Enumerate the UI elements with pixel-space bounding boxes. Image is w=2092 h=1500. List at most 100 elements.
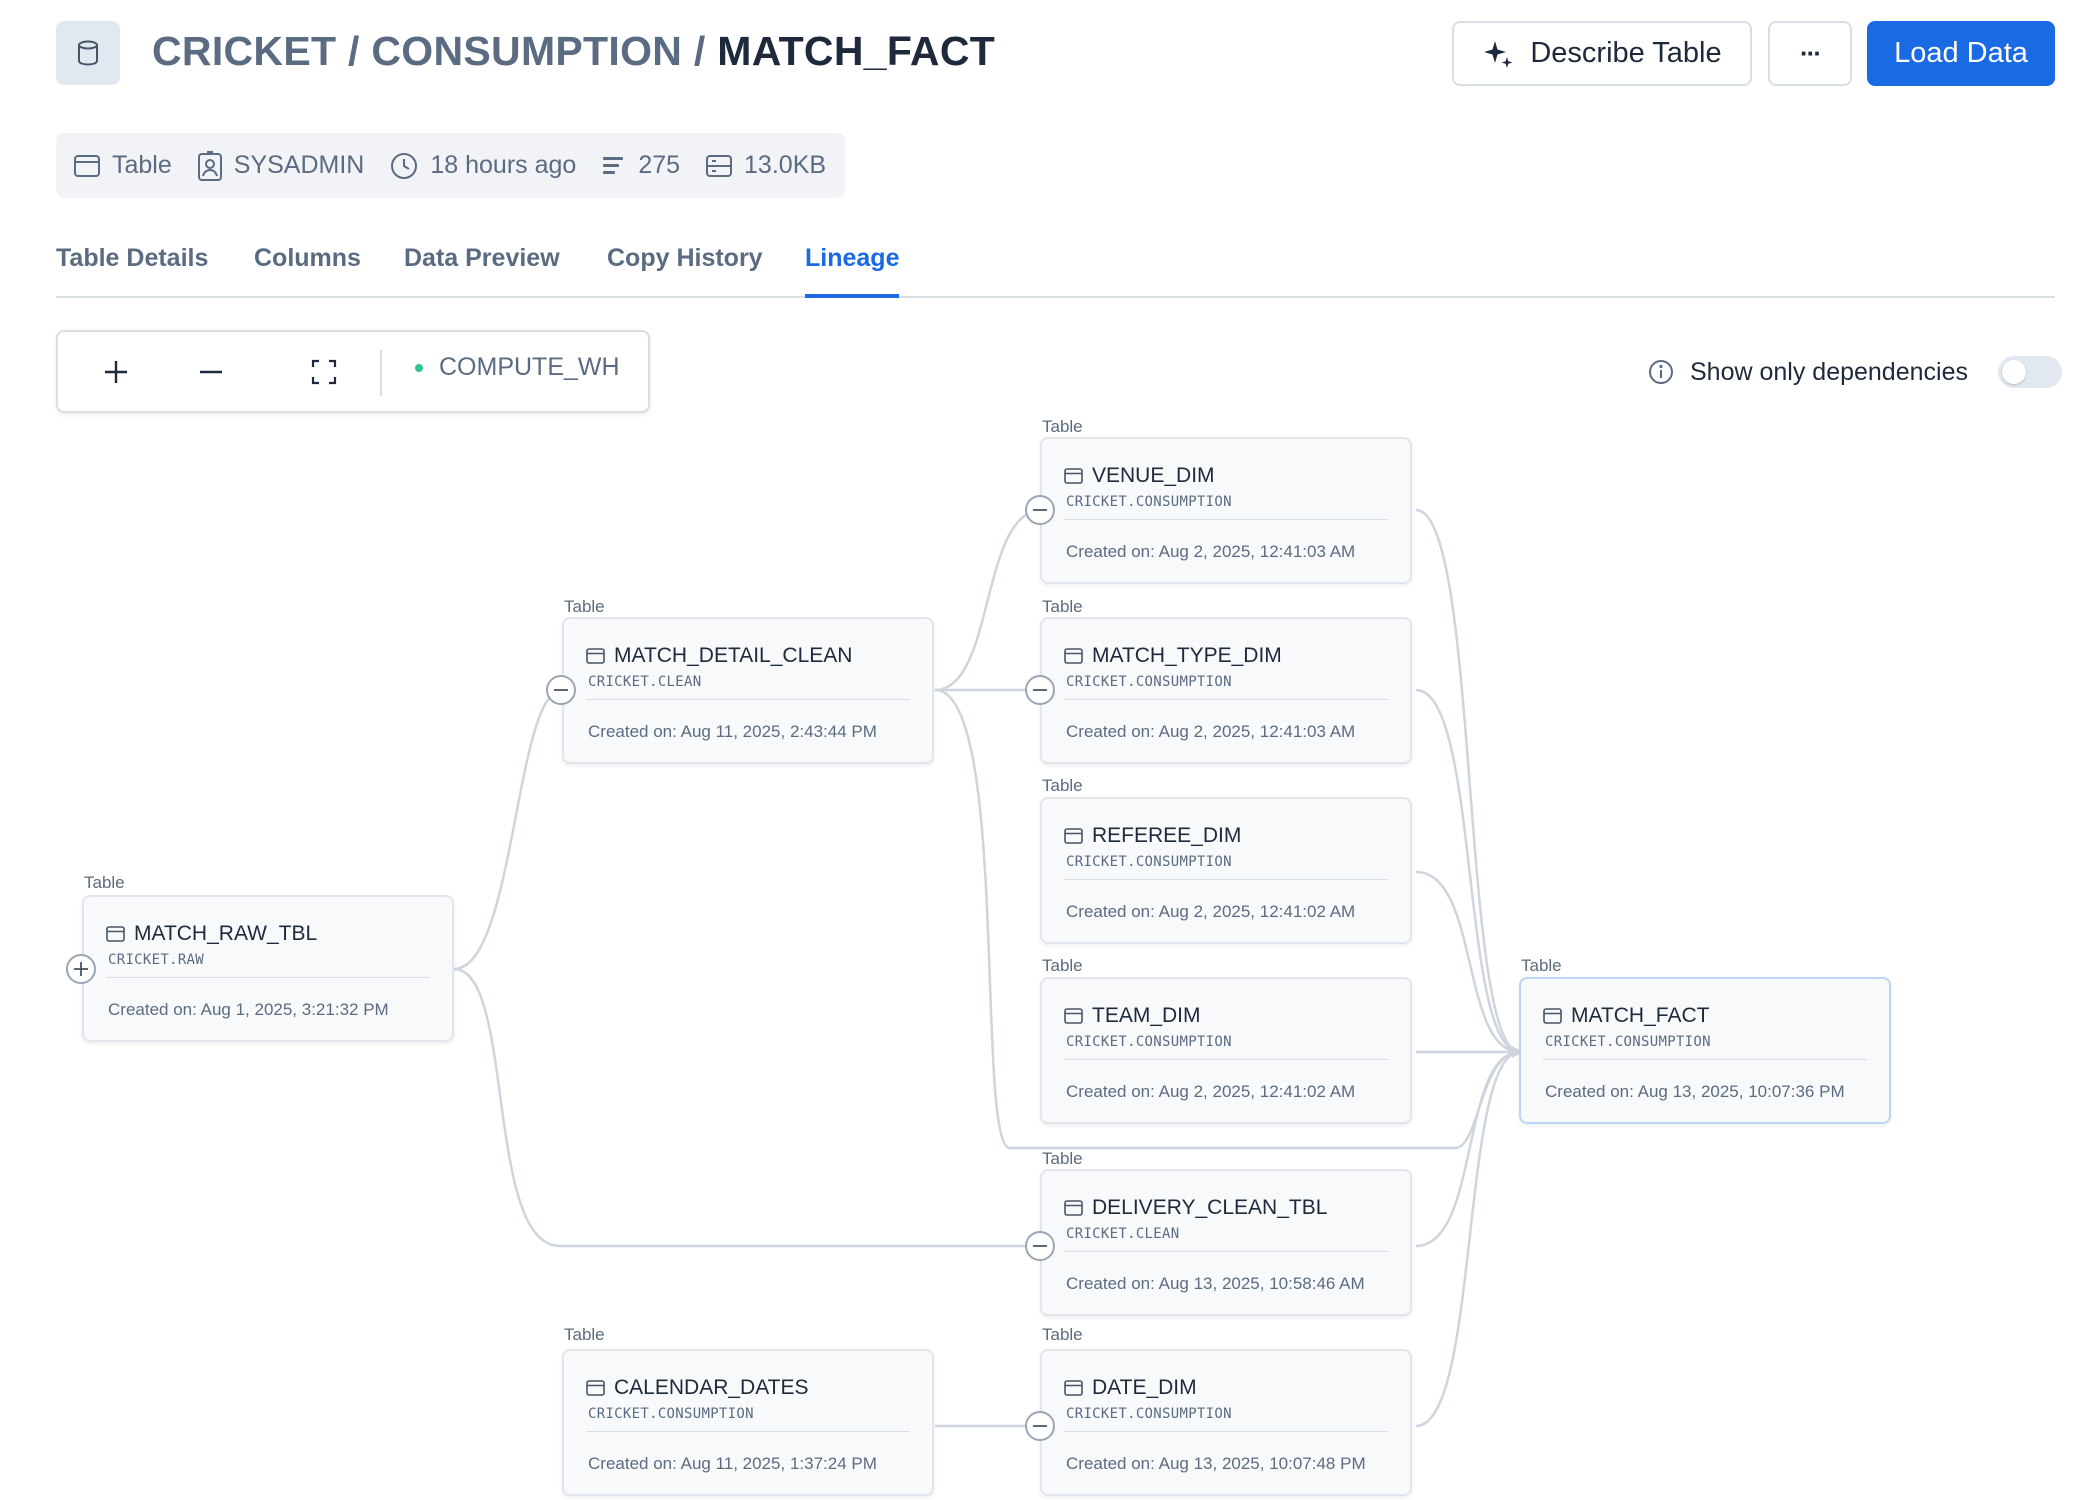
node-divider: [1064, 699, 1388, 700]
table-icon: [1064, 1380, 1083, 1396]
node-created: Created on: Aug 11, 2025, 1:37:24 PM: [588, 1454, 877, 1473]
table-icon: [74, 154, 100, 177]
lineage-node-date-dim[interactable]: DATE_DIM CRICKET.CONSUMPTION Created on:…: [1040, 1349, 1412, 1496]
node-schema: CRICKET.CONSUMPTION: [1066, 674, 1232, 690]
table-icon: [1064, 828, 1083, 844]
node-name: REFEREE_DIM: [1092, 824, 1242, 847]
zoom-in-button[interactable]: [94, 350, 138, 394]
collapse-upstream-button[interactable]: [1025, 675, 1055, 705]
warehouse-status-dot: [415, 363, 423, 372]
tab-columns[interactable]: Columns: [254, 240, 361, 298]
node-divider: [1064, 519, 1388, 520]
tab-copy-history[interactable]: Copy History: [607, 240, 763, 298]
breadcrumb[interactable]: CRICKET / CONSUMPTION /: [152, 28, 717, 74]
fit-view-button[interactable]: [302, 350, 346, 394]
node-kind-label: Table: [1042, 776, 1083, 795]
info-icon: [1649, 360, 1673, 384]
node-kind-label: Table: [1042, 956, 1083, 975]
node-schema: CRICKET.RAW: [108, 952, 205, 968]
node-created: Created on: Aug 2, 2025, 12:41:03 AM: [1066, 722, 1356, 741]
table-icon: [1064, 468, 1083, 484]
node-schema: CRICKET.CONSUMPTION: [588, 1406, 754, 1422]
table-icon: [586, 648, 605, 664]
plus-icon: [74, 962, 88, 976]
collapse-upstream-button[interactable]: [546, 675, 576, 705]
edge-detail-to-venue: [934, 508, 1043, 692]
edge-datedim-to-fact: [1415, 1050, 1521, 1428]
warehouse-name: COMPUTE_WH: [439, 353, 620, 381]
edge-delivery-to-fact: [1415, 1050, 1521, 1248]
lineage-node-referee-dim[interactable]: REFEREE_DIM CRICKET.CONSUMPTION Created …: [1040, 797, 1412, 944]
sparkle-icon: [1484, 40, 1513, 68]
node-kind-label: Table: [1042, 417, 1083, 436]
node-divider: [1064, 1431, 1388, 1432]
show-dependencies-control: Show only dependencies: [1648, 356, 2062, 388]
lineage-node-delivery-clean-tbl[interactable]: DELIVERY_CLEAN_TBL CRICKET.CLEAN Created…: [1040, 1169, 1412, 1316]
tab-data-preview[interactable]: Data Preview: [404, 240, 560, 298]
node-schema: CRICKET.CONSUMPTION: [1066, 1034, 1232, 1050]
lineage-node-team-dim[interactable]: TEAM_DIM CRICKET.CONSUMPTION Created on:…: [1040, 977, 1412, 1124]
node-name: TEAM_DIM: [1092, 1004, 1201, 1027]
database-icon: [78, 40, 98, 66]
table-icon: [1543, 1008, 1562, 1024]
load-data-button[interactable]: Load Data: [1867, 21, 2055, 86]
meta-owner: SYSADMIN: [197, 150, 364, 181]
node-kind-label: Table: [564, 597, 605, 616]
database-icon-box: [56, 21, 120, 85]
current-table-name: MATCH_FACT: [717, 28, 996, 74]
lineage-node-match-type-dim[interactable]: MATCH_TYPE_DIM CRICKET.CONSUMPTION Creat…: [1040, 617, 1412, 764]
warehouse-selector[interactable]: COMPUTE_WH: [415, 353, 620, 382]
node-name: MATCH_TYPE_DIM: [1092, 644, 1282, 667]
lineage-node-calendar-dates[interactable]: CALENDAR_DATES CRICKET.CONSUMPTION Creat…: [562, 1349, 934, 1496]
lineage-node-match-detail-clean[interactable]: MATCH_DETAIL_CLEAN CRICKET.CLEAN Created…: [562, 617, 934, 764]
collapse-upstream-button[interactable]: [1025, 495, 1055, 525]
load-data-label: Load Data: [1894, 37, 2028, 69]
zoom-out-button[interactable]: [189, 350, 233, 394]
describe-table-button[interactable]: Describe Table: [1452, 21, 1752, 86]
node-kind-label: Table: [1521, 956, 1562, 975]
edge-raw-to-detail: [453, 688, 563, 971]
tab-lineage[interactable]: Lineage: [805, 240, 900, 298]
node-kind-label: Table: [1042, 1149, 1083, 1168]
meta-rows: 275: [602, 151, 680, 180]
lineage-node-venue-dim[interactable]: VENUE_DIM CRICKET.CONSUMPTION Created on…: [1040, 437, 1412, 584]
show-dependencies-toggle[interactable]: [1997, 356, 2062, 388]
lineage-node-match-fact[interactable]: MATCH_FACT CRICKET.CONSUMPTION Created o…: [1519, 977, 1891, 1124]
node-name: DATE_DIM: [1092, 1376, 1197, 1399]
node-name: VENUE_DIM: [1092, 464, 1215, 487]
rows-icon: [603, 156, 624, 174]
describe-table-label: Describe Table: [1530, 37, 1722, 69]
node-divider: [106, 977, 430, 978]
node-name: DELIVERY_CLEAN_TBL: [1092, 1196, 1328, 1219]
storage-icon: [706, 154, 733, 177]
collapse-upstream-button[interactable]: [1025, 1411, 1055, 1441]
more-options-button[interactable]: ···: [1768, 21, 1852, 86]
more-icon: ···: [1800, 38, 1822, 68]
show-dependencies-label: Show only dependencies: [1690, 357, 1968, 386]
node-schema: CRICKET.CLEAN: [588, 674, 702, 690]
clock-icon: [391, 152, 418, 179]
node-kind-label: Table: [1042, 597, 1083, 616]
node-kind-label: Table: [84, 873, 125, 892]
expand-upstream-button[interactable]: [66, 954, 96, 984]
node-name: MATCH_RAW_TBL: [134, 922, 318, 945]
edge-referee-to-fact: [1415, 870, 1521, 1054]
tab-bar: Table Details Columns Data Preview Copy …: [56, 240, 2055, 298]
table-icon: [586, 1380, 605, 1396]
node-name: CALENDAR_DATES: [614, 1376, 809, 1399]
lineage-node-match-raw-tbl[interactable]: MATCH_RAW_TBL CRICKET.RAW Created on: Au…: [82, 895, 454, 1042]
node-created: Created on: Aug 13, 2025, 10:07:48 PM: [1066, 1454, 1366, 1473]
node-divider: [1543, 1059, 1867, 1060]
meta-kind: Table: [74, 151, 172, 180]
node-divider: [586, 699, 910, 700]
tab-table-details[interactable]: Table Details: [56, 240, 208, 298]
toolbar-divider: [380, 350, 382, 396]
edge-venue-to-fact: [1415, 508, 1521, 1054]
minus-icon: [1033, 1245, 1047, 1247]
node-created: Created on: Aug 1, 2025, 3:21:32 PM: [108, 1000, 389, 1019]
table-meta-bar: Table SYSADMIN 18 hours ago 275 13.0KB: [56, 133, 845, 198]
user-badge-icon: [197, 150, 222, 181]
meta-updated: 18 hours ago: [390, 151, 576, 180]
plus-icon: [105, 361, 127, 383]
collapse-upstream-button[interactable]: [1025, 1231, 1055, 1261]
